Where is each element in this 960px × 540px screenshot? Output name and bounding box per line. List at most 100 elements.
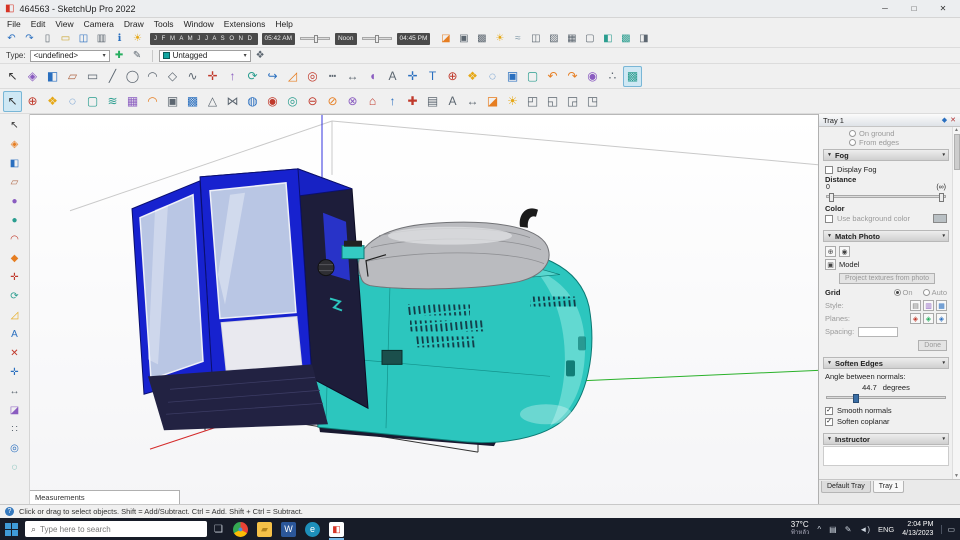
delete-guides-icon[interactable]: ✕ — [6, 346, 24, 361]
new-file-icon[interactable]: ▯ — [39, 31, 56, 46]
action-center-icon[interactable]: ▭ — [941, 524, 955, 534]
dimension-icon[interactable]: ↔ — [343, 66, 362, 87]
match-photo-section-header[interactable]: ▼ Match Photo ▾ — [823, 230, 949, 242]
scroll-down-icon[interactable]: ▼ — [954, 473, 959, 479]
drape-icon[interactable]: ▩ — [183, 91, 202, 112]
3d-warehouse-icon[interactable]: ⌂ — [363, 91, 382, 112]
task-view-icon[interactable]: ❏ — [214, 524, 223, 535]
view-top-icon[interactable]: ◱ — [543, 91, 562, 112]
menu-camera[interactable]: Camera — [84, 19, 114, 29]
section-plane-icon[interactable]: ◪ — [6, 403, 24, 418]
slider-handle[interactable] — [313, 35, 318, 43]
select-icon[interactable]: ↖ — [3, 66, 22, 87]
split-icon[interactable]: ⊗ — [343, 91, 362, 112]
smooth-normals-checkbox[interactable] — [825, 406, 833, 415]
scroll-up-icon[interactable]: ▲ — [954, 127, 959, 133]
protractor-icon[interactable]: ◖ — [363, 66, 382, 87]
textured-icon[interactable]: ▩ — [617, 31, 634, 46]
add-type-icon[interactable]: ✚ — [111, 48, 128, 63]
walk-icon[interactable]: ∴ — [603, 66, 622, 87]
volume-icon[interactable]: ◄) — [859, 525, 870, 534]
text-tool-icon[interactable]: A — [383, 66, 402, 87]
tray-scrollbar[interactable]: ▲ ▼ — [952, 127, 960, 479]
pin-icon[interactable]: ◆ — [942, 116, 947, 124]
plane-red-icon[interactable]: ◈ — [910, 313, 921, 324]
sketchup-icon[interactable]: ◧ — [328, 521, 344, 540]
polygon-icon[interactable]: ◇ — [163, 66, 182, 87]
zoom-tool-icon[interactable]: ◌ — [6, 460, 24, 475]
edit-type-icon[interactable]: ✎ — [129, 48, 146, 63]
move-icon[interactable]: ✛ — [203, 66, 222, 87]
view-side-icon[interactable]: ◳ — [583, 91, 602, 112]
excavator-model[interactable] — [131, 168, 593, 447]
pan-icon[interactable]: ❖ — [463, 66, 482, 87]
view-iso-icon[interactable]: ◰ — [523, 91, 542, 112]
tray-header[interactable]: Tray 1 ◆ ✕ — [819, 114, 960, 127]
rotate-icon[interactable]: ⟳ — [243, 66, 262, 87]
wireframe-icon[interactable]: ▦ — [563, 31, 580, 46]
match-photo-icon[interactable]: ▤ — [423, 91, 442, 112]
share-model-icon[interactable]: ↑ — [383, 91, 402, 112]
line-icon[interactable]: ╱ — [103, 66, 122, 87]
shape-tool-icon[interactable]: ◆ — [6, 251, 24, 266]
measurements-box[interactable]: Measurements — [30, 490, 180, 504]
scale-icon[interactable]: ◿ — [283, 66, 302, 87]
intersect-icon[interactable]: ◉ — [263, 91, 282, 112]
on-ground-radio[interactable] — [849, 130, 856, 137]
subtract-icon[interactable]: ⊖ — [303, 91, 322, 112]
toggle-photo-icon[interactable]: ◉ — [839, 246, 850, 257]
shaded-icon[interactable]: ◧ — [599, 31, 616, 46]
styles-icon[interactable]: ● — [6, 194, 24, 209]
pen-icon[interactable]: ✎ — [845, 525, 852, 534]
make-component-icon[interactable]: ◈ — [6, 137, 24, 152]
move-tool-icon[interactable]: ✛ — [6, 270, 24, 285]
chevron-up-icon[interactable]: ^ — [817, 525, 821, 534]
section-plane-icon[interactable]: ◪ — [483, 91, 502, 112]
flip-edge-icon[interactable]: ⋈ — [223, 91, 242, 112]
add-photo-icon[interactable]: ⊕ — [825, 246, 836, 257]
menu-draw[interactable]: Draw — [124, 19, 144, 29]
monochrome-icon[interactable]: ◨ — [635, 31, 652, 46]
3d-text-icon[interactable]: T — [423, 66, 442, 87]
rotate-tool-icon[interactable]: ⟳ — [6, 289, 24, 304]
edge-icon[interactable]: e — [304, 521, 320, 537]
shaded-with-textures-icon[interactable]: ▩ — [623, 65, 642, 87]
shadow-time-slider[interactable] — [361, 35, 392, 43]
hidden-line-icon[interactable]: ▢ — [581, 31, 598, 46]
section-fill-icon[interactable]: ▩ — [473, 31, 490, 46]
orbit-icon[interactable]: ⊕ — [23, 91, 42, 112]
menu-extensions[interactable]: Extensions — [224, 19, 266, 29]
pan-icon[interactable]: ❖ — [43, 91, 62, 112]
make-component-icon[interactable]: ◈ — [23, 66, 42, 87]
save-icon[interactable]: ◫ — [75, 31, 92, 46]
grid-on-radio[interactable] — [893, 289, 901, 296]
xray-icon[interactable]: ◫ — [527, 31, 544, 46]
fog-section-header[interactable]: ▼ Fog ▾ — [823, 149, 949, 161]
chrome-icon[interactable]: ● — [232, 521, 248, 537]
maximize-button[interactable]: □ — [902, 0, 926, 17]
fog-toggle-icon[interactable]: ≈ — [509, 31, 526, 46]
tab-tray-1[interactable]: Tray 1 — [872, 481, 905, 493]
soften-edges-section-header[interactable]: ▼ Soften Edges ▾ — [823, 357, 949, 369]
fog-color-swatch[interactable] — [933, 214, 947, 223]
angle-handle[interactable] — [852, 394, 859, 403]
plane-green-icon[interactable]: ◈ — [923, 313, 934, 324]
soften-coplanar-checkbox[interactable] — [825, 417, 833, 426]
grid-auto-radio[interactable] — [922, 289, 930, 296]
extension-warehouse-icon[interactable]: ✚ — [403, 91, 422, 112]
angle-slider[interactable] — [826, 394, 946, 403]
menu-edit[interactable]: Edit — [31, 19, 46, 29]
folder-icon[interactable]: ▰ — [256, 521, 272, 537]
from-edges-radio[interactable] — [849, 139, 856, 146]
menu-window[interactable]: Window — [184, 19, 214, 29]
display-icon[interactable]: ▤ — [829, 525, 837, 534]
slider-handle[interactable] — [375, 35, 380, 43]
smoove-icon[interactable]: ◠ — [143, 91, 162, 112]
circle-icon[interactable]: ◯ — [123, 66, 142, 87]
section-cuts-icon[interactable]: ▣ — [455, 31, 472, 46]
outer-shell-icon[interactable]: ◍ — [243, 91, 262, 112]
type-dropdown[interactable]: <undefined> ▾ — [29, 49, 110, 62]
use-background-checkbox[interactable] — [825, 214, 833, 223]
open-file-icon[interactable]: ▭ — [57, 31, 74, 46]
next-view-icon[interactable]: ↷ — [563, 66, 582, 87]
